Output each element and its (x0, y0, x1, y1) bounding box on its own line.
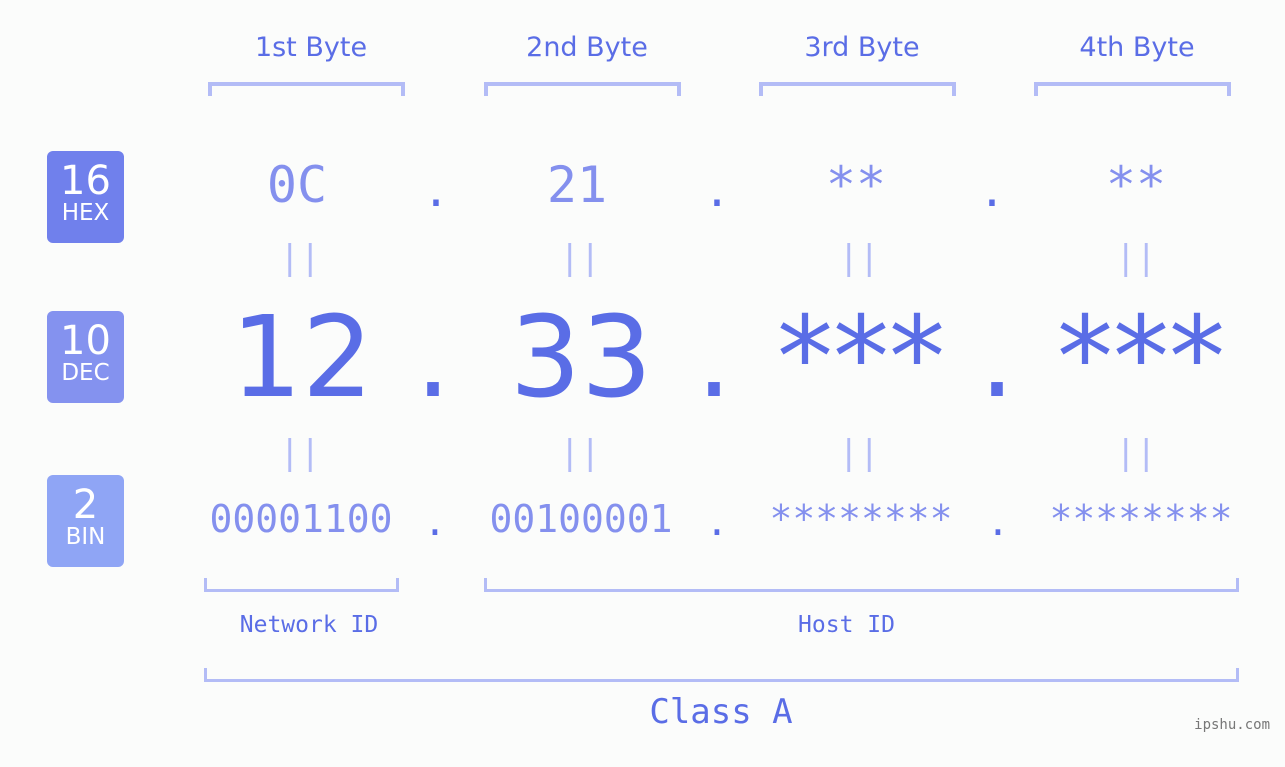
dec-separator-1: . (415, 293, 451, 423)
hex-value-1: 0C (266, 156, 328, 214)
dec-value-4: *** (1057, 293, 1225, 423)
equals-sign: || (559, 238, 601, 278)
byte-bracket-1 (208, 82, 405, 96)
equals-sign: || (279, 238, 321, 278)
equals-sign: || (1115, 238, 1157, 278)
equals-sign: || (838, 238, 880, 278)
byte-label-4: 4th Byte (1079, 32, 1195, 63)
dec-badge-number: 10 (60, 318, 111, 364)
equals-sign: || (279, 433, 321, 473)
bin-badge-label: BIN (65, 524, 106, 550)
bin-separator-1: . (423, 500, 447, 544)
byte-bracket-2 (484, 82, 681, 96)
byte-bracket-4 (1034, 82, 1231, 96)
bin-value-1: 00001100 (209, 497, 393, 541)
equals-sign: || (1115, 433, 1157, 473)
hex-badge: 16 HEX (47, 151, 124, 243)
dec-value-2: 33 (509, 293, 653, 423)
hex-separator-1: . (422, 166, 450, 217)
equals-sign: || (559, 433, 601, 473)
class-bracket (204, 668, 1239, 682)
dec-value-3: *** (777, 293, 945, 423)
dec-value-1: 12 (230, 293, 374, 423)
hex-value-2: 21 (546, 156, 608, 214)
byte-bracket-3 (759, 82, 956, 96)
bin-separator-3: . (986, 500, 1010, 544)
watermark: ipshu.com (1194, 717, 1270, 733)
class-label: Class A (649, 692, 793, 732)
host-id-label: Host ID (798, 612, 895, 638)
bin-badge: 2 BIN (47, 475, 124, 567)
equals-sign: || (838, 433, 880, 473)
bin-badge-number: 2 (72, 482, 99, 528)
byte-label-1: 1st Byte (254, 32, 368, 63)
dec-separator-3: . (979, 293, 1015, 423)
hex-value-4: ** (1105, 156, 1167, 214)
network-id-bracket (204, 578, 399, 592)
bin-value-3: ******** (769, 497, 953, 541)
hex-separator-3: . (978, 166, 1006, 217)
hex-badge-number: 16 (60, 158, 111, 204)
dec-badge-label: DEC (61, 360, 110, 386)
host-id-bracket (484, 578, 1239, 592)
network-id-label: Network ID (239, 612, 379, 638)
byte-label-2: 2nd Byte (526, 32, 648, 63)
dec-separator-2: . (696, 293, 732, 423)
byte-label-3: 3rd Byte (804, 32, 920, 63)
bin-value-2: 00100001 (489, 497, 673, 541)
hex-value-3: ** (825, 156, 887, 214)
hex-badge-label: HEX (61, 200, 110, 226)
bin-separator-2: . (705, 500, 729, 544)
dec-badge: 10 DEC (47, 311, 124, 403)
bin-value-4: ******** (1049, 497, 1233, 541)
hex-separator-2: . (703, 166, 731, 217)
